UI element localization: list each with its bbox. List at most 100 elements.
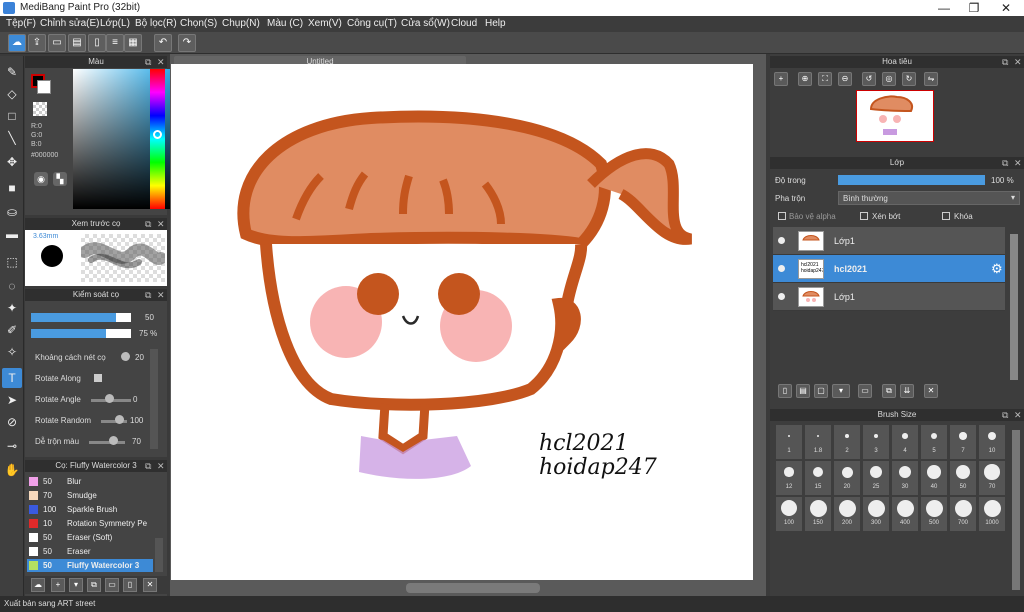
- menu-snap[interactable]: Chụp(N): [222, 18, 260, 29]
- trash-icon[interactable]: ✕: [143, 578, 157, 592]
- zoom-in-alt-icon[interactable]: ⊕: [798, 72, 812, 86]
- rect-tool-icon[interactable]: □: [2, 106, 22, 126]
- rotate-along-checkbox[interactable]: [94, 374, 102, 382]
- add-brush-icon[interactable]: +: [51, 578, 65, 592]
- flip-icon[interactable]: ⇋: [924, 72, 938, 86]
- panel-float-icon[interactable]: ⧉: [145, 218, 151, 230]
- blend-handle[interactable]: [109, 436, 118, 445]
- brush-item[interactable]: 50 Eraser (Soft): [27, 531, 153, 544]
- brush-size-option[interactable]: 15: [805, 461, 831, 495]
- gradient-tool-icon[interactable]: ▬: [2, 224, 22, 244]
- brush-size-option[interactable]: 12: [776, 461, 802, 495]
- lock-checkbox[interactable]: [942, 212, 950, 220]
- brush-size-option[interactable]: 500: [921, 497, 947, 531]
- lasso-tool-icon[interactable]: ◌: [2, 276, 22, 296]
- brush-item[interactable]: 100 Sparkle Brush: [27, 503, 153, 516]
- eye-icon[interactable]: [778, 293, 785, 300]
- panel-float-icon[interactable]: ⧉: [145, 460, 151, 472]
- panel-close-icon[interactable]: ✕: [1014, 409, 1022, 421]
- layer-opacity-slider[interactable]: [838, 175, 985, 185]
- dropper-tool-icon[interactable]: ⊸: [2, 436, 22, 456]
- brush-size-option[interactable]: 300: [863, 497, 889, 531]
- brush-size-option[interactable]: 5: [921, 425, 947, 459]
- canvas-horizontal-scrollbar[interactable]: [406, 583, 540, 593]
- move-tool-icon[interactable]: ✥: [2, 152, 22, 172]
- panel-float-icon[interactable]: ⧉: [145, 289, 151, 301]
- brush-size-scrollbar[interactable]: [1012, 430, 1020, 590]
- menu-tools[interactable]: Công cụ(T): [347, 18, 397, 29]
- divide-tool-icon[interactable]: ⊘: [2, 412, 22, 432]
- layers-scrollbar[interactable]: [1010, 234, 1018, 380]
- brush-size-option[interactable]: 1000: [979, 497, 1005, 531]
- brush-control-scrollbar[interactable]: [150, 349, 158, 449]
- brush-size-option[interactable]: 20: [834, 461, 860, 495]
- bucket-tool-icon[interactable]: ⛀: [2, 202, 22, 222]
- brush-size-option[interactable]: 10: [979, 425, 1005, 459]
- maximize-button[interactable]: ❐: [958, 0, 990, 16]
- brush-size-option[interactable]: 4: [892, 425, 918, 459]
- brush-list-scrollbar[interactable]: [155, 538, 163, 572]
- protect-alpha-checkbox[interactable]: [778, 212, 786, 220]
- undo-icon[interactable]: ↶: [154, 34, 172, 52]
- brush-size-option[interactable]: 400: [892, 497, 918, 531]
- text-tool-icon[interactable]: T: [2, 368, 22, 388]
- menu-cloud[interactable]: Cloud: [451, 18, 477, 29]
- select-pen-tool-icon[interactable]: ✐: [2, 320, 22, 340]
- menu-window[interactable]: Cửa sổ(W): [401, 18, 450, 29]
- rotate-right-icon[interactable]: ↻: [902, 72, 916, 86]
- rotate-left-icon[interactable]: ↺: [862, 72, 876, 86]
- layer-add-menu-icon[interactable]: ▾: [832, 384, 850, 398]
- brush-item-selected[interactable]: 50 Fluffy Watercolor 3: [27, 559, 153, 572]
- clipping-checkbox[interactable]: [860, 212, 868, 220]
- new-layer-icon[interactable]: ▯: [778, 384, 792, 398]
- reset-view-icon[interactable]: ◎: [882, 72, 896, 86]
- menu-filter[interactable]: Bộ lọc(R): [135, 18, 177, 29]
- blend-slider[interactable]: [89, 441, 125, 444]
- brush-size-option[interactable]: 30: [892, 461, 918, 495]
- navigator-thumbnail[interactable]: [856, 90, 934, 142]
- hue-slider-handle[interactable]: [153, 130, 162, 139]
- brush-tool-icon[interactable]: ✎: [2, 62, 22, 82]
- brush-size-option[interactable]: 7: [950, 425, 976, 459]
- delete-layer-icon[interactable]: ✕: [924, 384, 938, 398]
- layer-row[interactable]: Lớp1: [773, 283, 1005, 311]
- brush-size-slider[interactable]: [31, 313, 131, 322]
- panel-float-icon[interactable]: ⧉: [1002, 157, 1008, 169]
- rotate-angle-handle[interactable]: [105, 394, 114, 403]
- page-icon[interactable]: ▯: [88, 34, 106, 52]
- panel-float-icon[interactable]: ⧉: [145, 56, 151, 68]
- operation-tool-icon[interactable]: ➤: [2, 390, 22, 410]
- menu-layer[interactable]: Lớp(L): [100, 18, 130, 29]
- fill-rect-tool-icon[interactable]: ■: [2, 178, 22, 198]
- new-1bit-layer-icon[interactable]: ▢: [814, 384, 828, 398]
- brush-size-option[interactable]: 1.8: [805, 425, 831, 459]
- layer-folder-icon[interactable]: ▭: [858, 384, 872, 398]
- cloud-icon[interactable]: ☁: [8, 34, 26, 52]
- brush-size-option[interactable]: 50: [950, 461, 976, 495]
- list-icon[interactable]: ≡: [106, 34, 124, 52]
- brush-size-option[interactable]: 100: [776, 497, 802, 531]
- panel-close-icon[interactable]: ✕: [1014, 157, 1022, 169]
- panel-close-icon[interactable]: ✕: [157, 460, 165, 472]
- zoom-out-icon[interactable]: ⊖: [838, 72, 852, 86]
- brush-size-option[interactable]: 25: [863, 461, 889, 495]
- new-halftone-layer-icon[interactable]: ▤: [796, 384, 810, 398]
- brush-size-option[interactable]: 2: [834, 425, 860, 459]
- panel-close-icon[interactable]: ✕: [157, 56, 165, 68]
- blend-mode-select[interactable]: Bình thường ▾: [838, 191, 1020, 205]
- select-eraser-tool-icon[interactable]: ✧: [2, 342, 22, 362]
- layer-row[interactable]: Lớp1: [773, 227, 1005, 255]
- menu-color[interactable]: Màu (C): [267, 18, 303, 29]
- panel-float-icon[interactable]: ⧉: [1002, 409, 1008, 421]
- grid-icon[interactable]: ▦: [124, 34, 142, 52]
- layer-row-selected[interactable]: hcl2021 hoidap247 hcl2021 ⚙: [773, 255, 1005, 283]
- brush-size-option[interactable]: 1: [776, 425, 802, 459]
- brush-item[interactable]: 50 Eraser: [27, 545, 153, 558]
- panel-close-icon[interactable]: ✕: [157, 218, 165, 230]
- brush-size-option[interactable]: 40: [921, 461, 947, 495]
- magic-wand-tool-icon[interactable]: ✦: [2, 298, 22, 318]
- spacing-slider-handle[interactable]: [121, 352, 130, 361]
- panel-float-icon[interactable]: ⧉: [1002, 56, 1008, 68]
- select-tool-icon[interactable]: ⬚: [2, 252, 22, 272]
- transparent-color-swatch[interactable]: [33, 102, 47, 116]
